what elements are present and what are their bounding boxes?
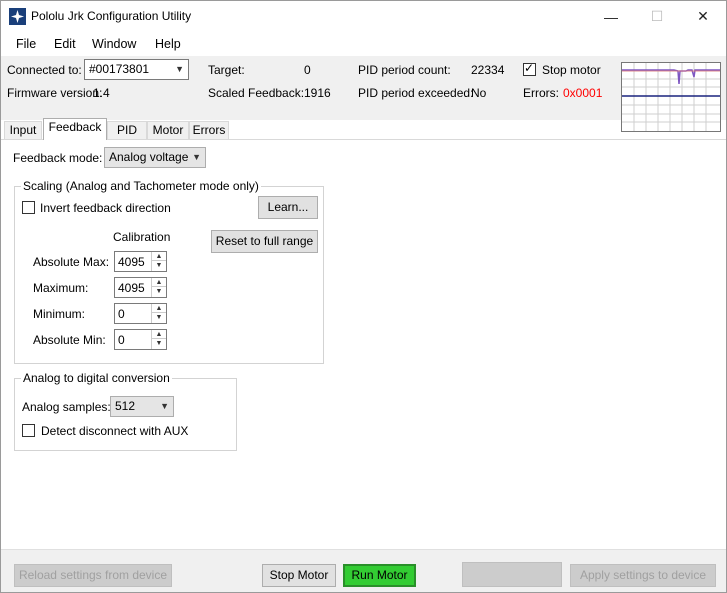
scaling-group-title: Scaling (Analog and Tachometer mode only… [21,179,261,193]
chevron-down-icon: ▼ [192,152,201,162]
analog-samples-label: Analog samples: [22,400,111,414]
menu-help[interactable]: Help [155,37,181,51]
pid-exceeded-value: No [471,86,487,100]
spin-up-icon[interactable]: ▲ [152,278,166,287]
minimum-label: Minimum: [33,307,86,321]
menu-window[interactable]: Window [92,37,136,51]
stop-motor-checkbox[interactable]: ✓ [523,61,536,76]
detect-disconnect-checkbox[interactable] [22,424,35,437]
window-title: Pololu Jrk Configuration Utility [31,9,192,23]
absolute-min-input[interactable]: 0 ▲ ▼ [114,329,167,350]
firmware-value: 1.4 [93,86,110,100]
analog-samples-select[interactable]: 512 ▼ [110,396,174,417]
spinner-arrows: ▲ ▼ [151,304,166,323]
tab-input[interactable]: Input [4,121,42,140]
scaled-feedback-value: 1916 [304,86,331,100]
pololu-logo-icon [9,8,26,25]
absolute-max-label: Absolute Max: [33,255,110,269]
absolute-min-value: 0 [118,333,125,347]
spin-down-icon[interactable]: ▼ [152,313,166,322]
scaling-group: Scaling (Analog and Tachometer mode only… [14,179,324,364]
absolute-min-label: Absolute Min: [33,333,106,347]
menu-bar: File Edit Window Help [1,32,726,56]
errors-label: Errors: [523,86,559,100]
maximum-label: Maximum: [33,281,89,295]
feedback-mode-value: Analog voltage [109,150,189,164]
bottom-toolbar: Reload settings from device Stop Motor R… [1,549,726,592]
chevron-down-icon: ▼ [160,401,169,411]
detect-disconnect-label: Detect disconnect with AUX [41,424,189,438]
target-label: Target: [208,63,245,77]
stop-motor-button[interactable]: Stop Motor [262,564,336,587]
minimum-value: 0 [118,307,125,321]
pid-exceeded-label: PID period exceeded: [358,86,474,100]
adc-group: Analog to digital conversion Analog samp… [14,371,237,451]
menu-file[interactable]: File [16,37,36,51]
feedback-mode-select[interactable]: Analog voltage ▼ [104,147,206,168]
spinner-arrows: ▲ ▼ [151,330,166,349]
spin-down-icon[interactable]: ▼ [152,261,166,270]
spin-down-icon[interactable]: ▼ [152,339,166,348]
device-select-value: #00173801 [89,62,150,76]
firmware-label: Firmware version: [7,86,103,100]
title-bar: Pololu Jrk Configuration Utility — ☐ ✕ [1,1,726,32]
connected-label: Connected to: [7,63,82,77]
close-button[interactable]: ✕ [680,1,726,32]
tab-motor[interactable]: Motor [147,121,189,140]
tab-pid[interactable]: PID [107,121,147,140]
absolute-max-input[interactable]: 4095 ▲ ▼ [114,251,167,272]
status-panel: Connected to: #00173801 ▼ Firmware versi… [1,56,726,120]
spin-up-icon[interactable]: ▲ [152,252,166,261]
blank-button [462,562,562,587]
tab-strip: Input Feedback PID Motor Errors [1,118,726,140]
stop-motor-label: Stop motor [542,63,601,77]
minimize-button[interactable]: — [588,1,634,32]
errors-value: 0x0001 [563,86,603,100]
device-select[interactable]: #00173801 ▼ [84,59,189,80]
adc-group-title: Analog to digital conversion [21,371,172,385]
tab-feedback[interactable]: Feedback [43,118,107,140]
spin-up-icon[interactable]: ▲ [152,304,166,313]
spin-down-icon[interactable]: ▼ [152,287,166,296]
scaled-feedback-label: Scaled Feedback: [208,86,305,100]
app-window: Pololu Jrk Configuration Utility — ☐ ✕ F… [0,0,727,593]
spinner-arrows: ▲ ▼ [151,252,166,271]
target-value: 0 [304,63,311,77]
analog-samples-value: 512 [115,399,136,413]
reset-full-range-button[interactable]: Reset to full range [211,230,318,253]
spinner-arrows: ▲ ▼ [151,278,166,297]
menu-edit[interactable]: Edit [54,37,76,51]
invert-feedback-label: Invert feedback direction [40,201,171,215]
feedback-mode-label: Feedback mode: [13,151,103,165]
invert-feedback-checkbox[interactable] [22,201,35,214]
feedback-tab-panel: Feedback mode: Analog voltage ▼ Scaling … [1,139,726,549]
apply-settings-button[interactable]: Apply settings to device [570,564,716,587]
pid-count-value: 22334 [471,63,505,77]
maximum-input[interactable]: 4095 ▲ ▼ [114,277,167,298]
calibration-label: Calibration [113,230,171,244]
checkmark-icon: ✓ [524,61,535,75]
spin-up-icon[interactable]: ▲ [152,330,166,339]
chevron-down-icon: ▼ [175,64,184,74]
absolute-max-value: 4095 [118,255,145,269]
reload-settings-button[interactable]: Reload settings from device [14,564,172,587]
minimum-input[interactable]: 0 ▲ ▼ [114,303,167,324]
run-motor-button[interactable]: Run Motor [343,564,416,587]
pid-count-label: PID period count: [358,63,451,77]
tab-errors[interactable]: Errors [189,121,229,140]
maximum-value: 4095 [118,281,145,295]
maximize-button[interactable]: ☐ [634,1,680,32]
learn-button[interactable]: Learn... [258,196,318,219]
